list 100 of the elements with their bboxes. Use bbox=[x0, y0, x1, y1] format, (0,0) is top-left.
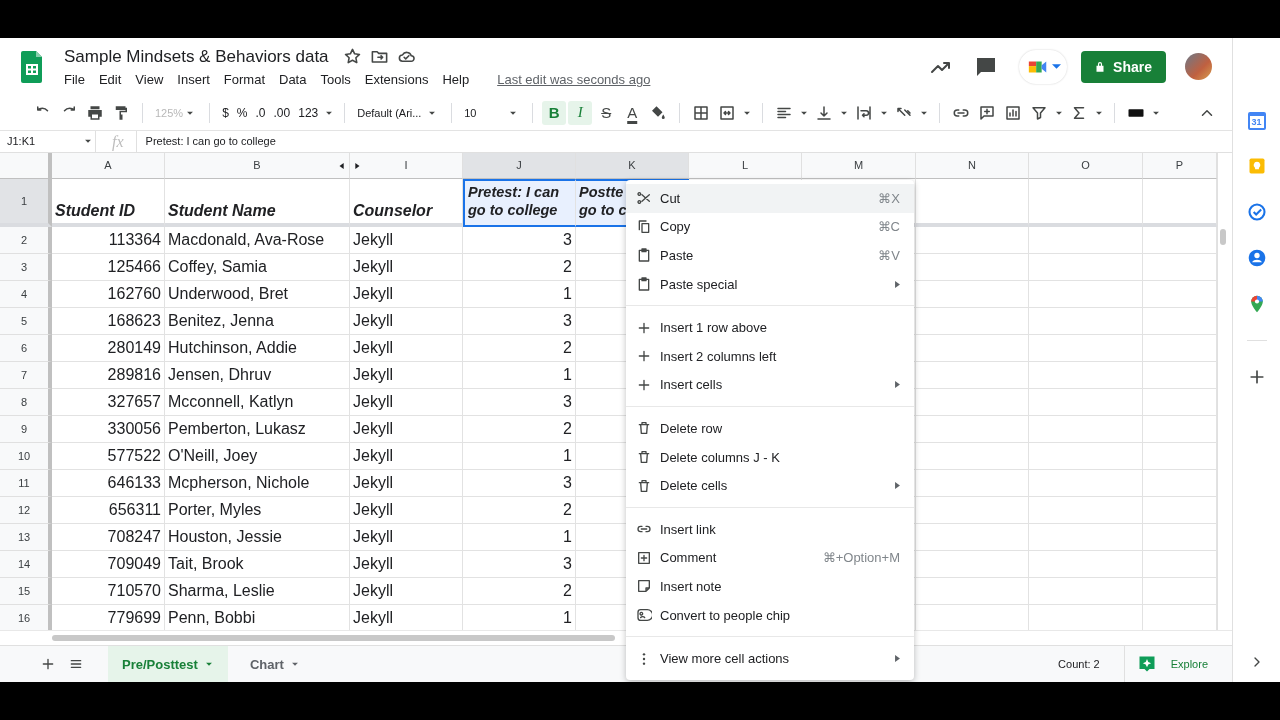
menu-item[interactable]: Help bbox=[437, 69, 475, 89]
row-header[interactable]: 2 bbox=[0, 226, 52, 254]
vertical-align-icon[interactable] bbox=[815, 103, 834, 122]
menu-item[interactable]: Edit bbox=[93, 69, 127, 89]
row-header[interactable]: 11 bbox=[0, 469, 52, 497]
italic-button[interactable]: I bbox=[568, 100, 593, 125]
menu-item[interactable]: Delete columns J - K bbox=[626, 442, 914, 472]
menu-item[interactable]: Copy ⌘C bbox=[626, 212, 914, 242]
comment-add-icon[interactable] bbox=[978, 103, 997, 122]
table-cell: Jekyll bbox=[353, 311, 393, 330]
menu-item[interactable]: File bbox=[59, 69, 90, 89]
menu-item[interactable]: Insert 2 columns left bbox=[626, 341, 914, 371]
contacts-icon[interactable] bbox=[1246, 248, 1267, 268]
font-size-dropdown[interactable]: 10 bbox=[460, 105, 525, 120]
tasks-icon[interactable] bbox=[1246, 202, 1267, 222]
strike-button[interactable]: S bbox=[594, 100, 619, 125]
row-header[interactable]: 9 bbox=[0, 415, 52, 443]
table-cell: 646133 bbox=[107, 473, 161, 492]
menu-item[interactable]: Paste special bbox=[626, 269, 914, 299]
menu-item[interactable]: Extensions bbox=[359, 69, 434, 89]
row-header[interactable]: 3 bbox=[0, 253, 52, 281]
row-header[interactable]: 6 bbox=[0, 334, 52, 362]
table-cell: Jekyll bbox=[353, 608, 393, 627]
menu-item[interactable]: Insert cells bbox=[626, 370, 914, 400]
clipboard-icon bbox=[636, 276, 652, 293]
row-header[interactable]: 12 bbox=[0, 496, 52, 524]
scrollbar-thumb[interactable] bbox=[1220, 228, 1226, 245]
menu-item[interactable]: Insert bbox=[172, 69, 215, 89]
menu-item[interactable]: Delete row bbox=[626, 414, 914, 443]
row-header[interactable]: 15 bbox=[0, 577, 52, 605]
menu-item[interactable]: Insert note bbox=[626, 572, 914, 601]
avatar[interactable] bbox=[1185, 53, 1212, 81]
row-header[interactable]: 13 bbox=[0, 523, 52, 551]
merge-cells-icon[interactable] bbox=[718, 103, 737, 122]
menu-item[interactable]: View more cell actions bbox=[626, 644, 914, 673]
table-cell: 289816 bbox=[107, 365, 161, 384]
row-header[interactable]: 8 bbox=[0, 388, 52, 416]
menu-item[interactable]: Convert to people chip bbox=[626, 600, 914, 630]
header-cell: Postte go to c bbox=[579, 182, 627, 219]
print-icon[interactable] bbox=[86, 103, 104, 122]
font-dropdown[interactable]: Default (Ari... bbox=[353, 105, 444, 120]
column-header[interactable]: P bbox=[1143, 152, 1217, 179]
format-button[interactable]: .0 bbox=[251, 105, 270, 120]
format-button[interactable]: .00 bbox=[269, 105, 295, 120]
row-header[interactable]: 14 bbox=[0, 550, 52, 578]
menu-item[interactable]: Delete cells bbox=[626, 471, 914, 500]
row-header[interactable]: 7 bbox=[0, 361, 52, 389]
column-header[interactable]: L bbox=[689, 152, 802, 179]
table-cell: Pemberton, Lukasz bbox=[168, 419, 306, 438]
format-button[interactable]: % bbox=[232, 105, 252, 120]
share-button[interactable]: Share bbox=[1081, 50, 1166, 83]
scrollbar-thumb[interactable] bbox=[52, 635, 615, 642]
explore-button[interactable]: Explore bbox=[1123, 646, 1232, 682]
row-header[interactable]: 4 bbox=[0, 280, 52, 308]
last-edit-link[interactable]: Last edit was seconds ago bbox=[497, 71, 651, 87]
name-box[interactable]: J1:K1 bbox=[0, 130, 96, 152]
formula-field[interactable]: Pretest: I can go to college bbox=[136, 135, 276, 148]
comment-add-icon bbox=[636, 549, 652, 566]
column-header[interactable]: N bbox=[916, 152, 1029, 179]
text-wrap-icon[interactable] bbox=[855, 103, 874, 122]
menu-item[interactable]: Cut ⌘X bbox=[626, 184, 914, 213]
menu-item[interactable]: Format bbox=[218, 69, 270, 89]
sheet-tab[interactable]: Pre/Posttest bbox=[108, 646, 228, 682]
corner-cell[interactable] bbox=[0, 152, 52, 179]
column-header[interactable]: B bbox=[165, 152, 350, 179]
borders-icon[interactable] bbox=[692, 103, 711, 122]
column-header[interactable]: J bbox=[463, 152, 576, 179]
chart-icon[interactable] bbox=[1004, 103, 1023, 122]
table-cell: Sharma, Leslie bbox=[168, 581, 275, 600]
menu-item[interactable]: View bbox=[130, 69, 169, 89]
menu-item[interactable]: Insert link bbox=[626, 514, 914, 544]
column-header[interactable]: I bbox=[350, 152, 463, 179]
menu-item[interactable]: Comment ⌘+Option+M bbox=[626, 543, 914, 573]
left-arrow-icon[interactable] bbox=[337, 160, 347, 171]
format-button[interactable]: $ bbox=[218, 105, 233, 120]
table-cell: Mcconnell, Katlyn bbox=[168, 392, 294, 411]
menu-item[interactable]: Insert 1 row above bbox=[626, 313, 914, 342]
bold-button[interactable]: B bbox=[542, 100, 567, 125]
row-header[interactable]: 10 bbox=[0, 442, 52, 470]
fill-color-icon[interactable] bbox=[649, 103, 668, 122]
document-title[interactable]: Sample Mindsets & Behaviors data bbox=[64, 46, 329, 67]
column-header[interactable]: O bbox=[1029, 152, 1143, 179]
column-header[interactable]: K bbox=[576, 152, 689, 179]
right-arrow-icon[interactable] bbox=[352, 160, 362, 171]
column-header[interactable]: M bbox=[802, 152, 916, 179]
table-cell: 708247 bbox=[107, 527, 161, 546]
row-header[interactable]: 1 bbox=[0, 178, 52, 227]
row-header[interactable]: 16 bbox=[0, 604, 52, 631]
menu-item[interactable]: Data bbox=[274, 69, 312, 89]
calendar-icon[interactable]: 31 bbox=[1247, 112, 1266, 130]
format-button[interactable]: 123 bbox=[294, 105, 323, 120]
color-button[interactable]: A bbox=[620, 100, 645, 125]
sheets-logo-icon[interactable] bbox=[20, 50, 43, 83]
column-header[interactable]: A bbox=[52, 152, 165, 179]
menu-item[interactable]: Tools bbox=[315, 69, 356, 89]
table-cell: Jekyll bbox=[353, 473, 393, 492]
row-header[interactable]: 5 bbox=[0, 307, 52, 335]
sheet-tab[interactable]: Chart bbox=[235, 646, 314, 682]
menu-item[interactable]: Paste ⌘V bbox=[626, 241, 914, 270]
table-cell: Jekyll bbox=[353, 446, 393, 465]
